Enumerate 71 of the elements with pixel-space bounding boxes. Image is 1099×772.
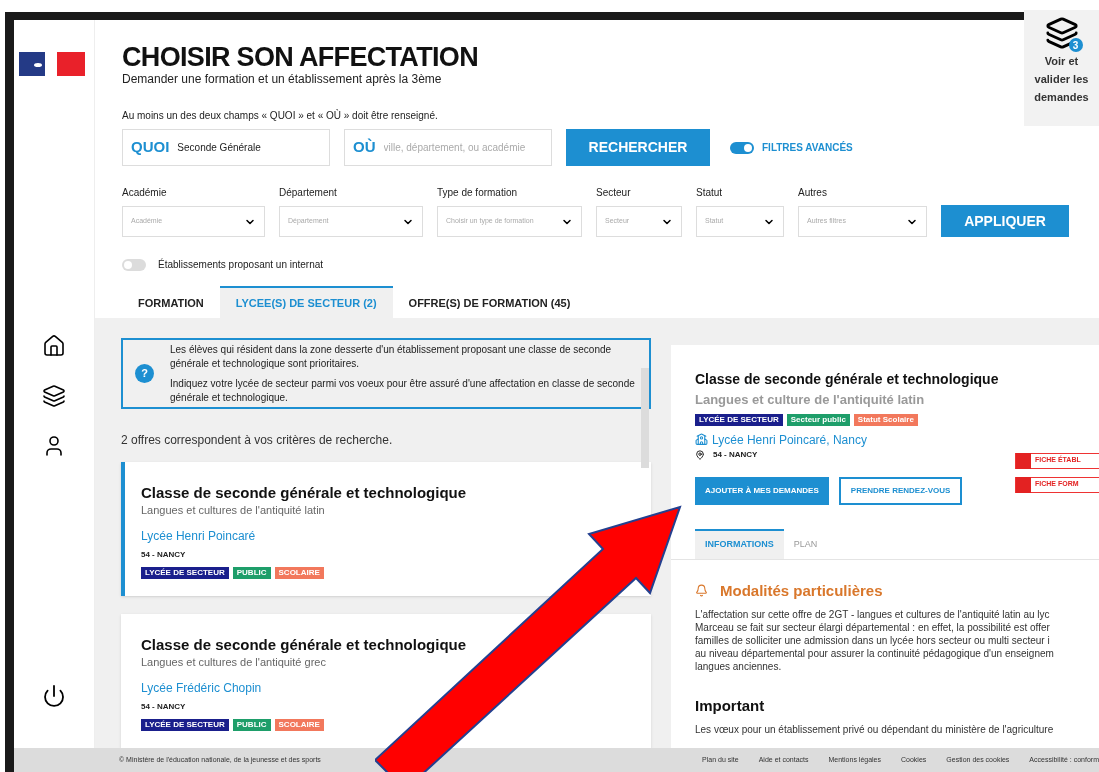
appointment-button[interactable]: PRENDRE RENDEZ-VOUS: [838, 476, 963, 505]
filter-label: Secteur: [596, 186, 632, 200]
tab[interactable]: FORMATION: [122, 286, 220, 318]
home-icon[interactable]: [42, 334, 66, 358]
requests-panel[interactable]: 3 Voir et valider les demandes: [1024, 10, 1099, 126]
filter-label: Académie: [122, 186, 168, 200]
what-input[interactable]: Seconde Générale: [177, 140, 318, 155]
add-to-requests-button[interactable]: AJOUTER À MES DEMANDES: [695, 476, 829, 505]
notice-title: Modalités particulières: [720, 580, 883, 601]
detail-tab[interactable]: PLAN: [783, 528, 828, 559]
search-button[interactable]: RECHERCHER: [566, 129, 710, 166]
layers-icon: [1044, 16, 1079, 50]
results-count: 2 offres correspondent à vos critères de recherche.: [121, 432, 394, 449]
offer-card[interactable]: Classe de seconde générale et technologique Langues et cultures de l'antiquité latin Lycée Henri Poincaré 54 - NANCY LYCÉE DE SECTEUR PUBLIC SCOLAIRE: [121, 462, 651, 596]
count-badge: 3: [1068, 38, 1083, 52]
logo-icon: [19, 52, 85, 76]
tag: PUBLIC: [232, 718, 271, 731]
page-title: CHOISIR SON AFFECTATION: [122, 42, 478, 72]
offer-subtitle: Langues et cultures de l'antiquité grec: [141, 655, 327, 670]
internat-label: Établissements proposant un internat: [158, 257, 324, 272]
apply-button[interactable]: APPLIQUER: [941, 205, 1069, 237]
info-text: Indiquez votre lycée de secteur parmi vos voeux pour être assuré d'une affectation en classe de seconde générale et technologique.: [170, 376, 636, 405]
where-label: OÙ: [353, 137, 376, 158]
tag: Secteur public: [786, 413, 850, 426]
filter-label: Autres: [798, 186, 828, 200]
what-label: QUOI: [131, 137, 170, 158]
tag: LYCÉE DE SECTEUR: [141, 718, 229, 731]
offer-title: Classe de seconde générale et technologique: [141, 636, 468, 654]
tag: Statut Scolaire: [853, 413, 918, 426]
filter-label: Type de formation: [437, 186, 519, 200]
filter-label: Statut: [696, 186, 724, 200]
location-icon: [695, 449, 705, 460]
power-icon[interactable]: [42, 684, 66, 708]
school-link[interactable]: Lycée Henri Poincaré: [141, 526, 256, 545]
tag: LYCÉE DE SECTEUR: [695, 413, 783, 426]
where-field[interactable]: OÙ ville, département, ou académie: [344, 129, 552, 166]
layers-icon[interactable]: [42, 384, 66, 408]
tag: SCOLAIRE: [274, 718, 324, 731]
requests-label: Voir et valider les demandes: [1033, 54, 1090, 105]
notice-text: L'affectation sur cette offre de 2GT - langues et cultures de l'antiquité latin au lyc Marceau se fait sur secteur élargi départemental : en effet, la possibilité est offer familles de solliciter une admission dans un lycée hors secteur ou multi secteur i au niveau départemental pour assurer la continuité pédagogique d'un enseignem langues anciennes.: [695, 608, 1055, 673]
school-icon: [695, 433, 708, 446]
bell-icon: [695, 584, 708, 598]
detail-title: Classe de seconde générale et technologique: [695, 370, 1000, 389]
what-field[interactable]: QUOI Seconde Générale: [122, 129, 330, 166]
detail-school-link[interactable]: Lycée Henri Poincaré, Nancy: [712, 430, 867, 449]
offer-place: 54 - NANCY: [141, 700, 187, 713]
page-subtitle: Demander une formation et un établissement après la 3ème: [122, 72, 442, 86]
tab[interactable]: LYCEE(S) DE SECTEUR (2): [219, 286, 393, 318]
offer-subtitle: Langues et cultures de l'antiquité latin: [141, 503, 326, 518]
detail-subtitle: Langues et culture de l'antiquité latin: [695, 391, 926, 409]
tag: LYCÉE DE SECTEUR: [141, 566, 229, 579]
toggle-switch[interactable]: [122, 258, 146, 271]
school-link[interactable]: Lycée Frédéric Chopin: [141, 678, 262, 697]
detail-place: 54 - NANCY: [713, 448, 758, 461]
help-icon: ?: [135, 364, 154, 383]
offer-place: 54 - NANCY: [141, 548, 187, 561]
tab[interactable]: OFFRE(S) DE FORMATION (45): [392, 286, 587, 318]
toggle-switch[interactable]: [730, 141, 754, 154]
sheet-logo-icon: [1016, 452, 1031, 469]
search-hint: Au moins un des deux champs « QUOI » et « OÙ » doit être renseigné.: [122, 108, 439, 123]
important-title: Important: [695, 696, 766, 716]
offer-title: Classe de seconde générale et technologique: [141, 484, 468, 502]
filter-label: Département: [279, 186, 338, 200]
sheet-logo-icon: [1016, 476, 1031, 493]
info-text: Les élèves qui résident dans la zone desserte d'un établissement proposant une classe de seconde générale et technologique sont prioritaires.: [170, 342, 613, 371]
important-text: Les vœux pour un établissement privé ou dépendant du ministère de l'agriculture: [695, 722, 1055, 737]
tag: SCOLAIRE: [274, 566, 324, 579]
where-input[interactable]: ville, département, ou académie: [383, 140, 543, 155]
detail-tab[interactable]: INFORMATIONS: [695, 528, 784, 559]
tag: PUBLIC: [232, 566, 271, 579]
advanced-filters-label: FILTRES AVANCÉS: [762, 140, 853, 155]
